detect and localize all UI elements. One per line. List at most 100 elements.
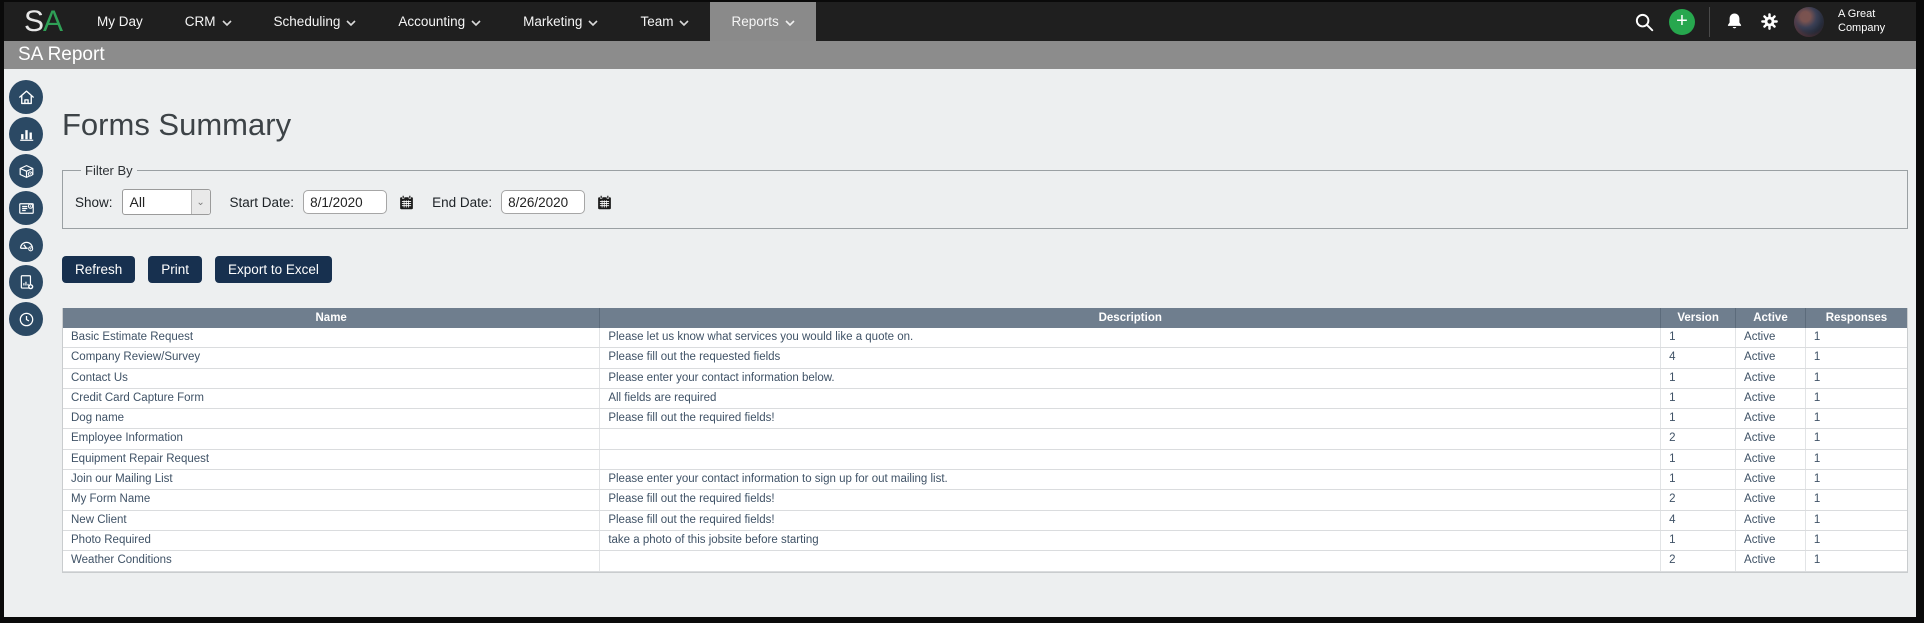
cell-description [600, 429, 1662, 449]
chevron-down-icon [588, 15, 599, 30]
cell-active: Active [1736, 449, 1806, 470]
add-icon[interactable]: + [1669, 8, 1695, 35]
table-row[interactable]: Equipment Repair Request 1 Active 1 [63, 449, 1907, 471]
cell-name: Join our Mailing List [63, 470, 601, 490]
top-nav: SA My Day CRM Scheduling Accounting Mark… [4, 2, 1916, 41]
filter-legend: Filter By [85, 163, 133, 178]
column-header-responses[interactable]: Responses [1806, 308, 1907, 328]
cell-responses: 1 [1813, 412, 1821, 425]
nav-item-team[interactable]: Team [619, 2, 710, 41]
cell-name: Basic Estimate Request [63, 328, 601, 348]
table-row[interactable]: My Form Name Please fill out the require… [63, 490, 1907, 511]
cell-name: My Form Name [63, 490, 601, 510]
user-avatar[interactable] [1794, 6, 1824, 37]
forms-icon[interactable] [9, 191, 43, 225]
nav-item-scheduling[interactable]: Scheduling [253, 2, 378, 41]
forms-table: Name Description Version Active Response… [62, 308, 1908, 573]
nav-item-accounting[interactable]: Accounting [377, 2, 502, 41]
gauge-icon[interactable] [9, 228, 43, 262]
cell-responses: 1 [1813, 371, 1821, 384]
start-date-label: Start Date: [229, 194, 295, 210]
cell-active: Active [1736, 551, 1806, 571]
column-header-name[interactable]: Name [63, 308, 601, 328]
table-row[interactable]: Company Review/Survey Please fill out th… [63, 348, 1907, 369]
nav-item-crm[interactable]: CRM [164, 2, 253, 41]
column-header-active[interactable]: Active [1736, 308, 1806, 328]
show-select[interactable]: All ⌄ [121, 189, 211, 215]
table-row[interactable]: New Client Please fill out the required … [63, 510, 1907, 531]
table-header-row: Name Description Version Active Response… [63, 308, 1907, 328]
cell-responses: 1 [1813, 432, 1821, 445]
table-row[interactable]: Weather Conditions 2 Active 1 [63, 551, 1907, 572]
cell-version: 1 [1661, 388, 1737, 409]
cell-responses: 1 [1813, 391, 1821, 404]
report-title-bar: SA Report [4, 41, 1916, 69]
bar-chart-icon[interactable] [9, 117, 43, 151]
table-row[interactable]: Photo Required take a photo of this jobs… [63, 530, 1907, 552]
cell-responses: 1 [1813, 452, 1821, 465]
cell-active: Active [1736, 348, 1806, 368]
chevron-down-icon [346, 15, 356, 30]
show-select-value: All [129, 194, 146, 210]
nav-divider [1709, 6, 1710, 37]
chevron-down-icon: ⌄ [190, 190, 210, 214]
cell-active: Active [1736, 368, 1806, 388]
calendar-icon[interactable] [596, 194, 613, 211]
table-body: Basic Estimate Request Please let us kno… [63, 328, 1907, 572]
cell-active: Active [1736, 510, 1806, 530]
export-to-excel-button[interactable]: Export to Excel [215, 256, 332, 283]
cell-active: Active [1736, 530, 1806, 551]
search-icon[interactable] [1633, 11, 1655, 33]
cell-name: Company Review/Survey [63, 348, 601, 368]
logo-letter-a: A [43, 4, 63, 38]
cell-responses: 1 [1813, 554, 1821, 567]
cell-responses: 1 [1813, 351, 1821, 364]
cell-description: All fields are required [600, 388, 1662, 409]
action-buttons: Refresh Print Export to Excel [62, 256, 1908, 283]
cell-description [600, 449, 1662, 470]
settings-gear-icon[interactable] [1759, 11, 1780, 32]
refresh-button[interactable]: Refresh [62, 256, 136, 283]
cell-name: Dog name [63, 409, 601, 429]
package-icon[interactable] [9, 154, 43, 188]
cell-responses: 1 [1813, 513, 1821, 526]
calendar-icon[interactable] [398, 194, 415, 211]
home-icon[interactable] [9, 80, 43, 114]
start-date-input[interactable] [303, 190, 388, 214]
table-row[interactable]: Dog name Please fill out the required fi… [63, 409, 1907, 430]
table-row[interactable]: Credit Card Capture Form All fields are … [63, 388, 1907, 410]
cell-name: Weather Conditions [63, 551, 601, 571]
logo-letter-s: S [24, 4, 44, 38]
show-label: Show: [75, 194, 113, 210]
cell-description: take a photo of this jobsite before star… [600, 530, 1662, 551]
end-date-input[interactable] [501, 190, 586, 214]
cell-active: Active [1736, 388, 1806, 409]
nav-item-my-day[interactable]: My Day [76, 2, 164, 41]
cell-description [600, 551, 1662, 571]
report-title: SA Report [18, 44, 105, 65]
notifications-icon[interactable] [1724, 11, 1745, 32]
report-add-icon[interactable] [9, 265, 43, 299]
clock-icon[interactable] [9, 302, 43, 336]
cell-name: Equipment Repair Request [63, 449, 601, 470]
table-row[interactable]: Contact Us Please enter your contact inf… [63, 368, 1907, 389]
cell-version: 1 [1661, 530, 1737, 551]
table-row[interactable]: Employee Information 2 Active 1 [63, 429, 1907, 450]
column-header-description[interactable]: Description [600, 308, 1662, 328]
filter-panel: Filter By Show: All ⌄ Start Date: End Da… [62, 163, 1908, 229]
cell-active: Active [1736, 409, 1806, 429]
print-button[interactable]: Print [148, 256, 203, 283]
cell-active: Active [1736, 429, 1806, 449]
cell-version: 1 [1661, 449, 1737, 470]
column-header-version[interactable]: Version [1661, 308, 1737, 328]
nav-item-reports[interactable]: Reports [710, 2, 816, 41]
page-title: Forms Summary [62, 107, 292, 142]
cell-name: New Client [63, 510, 601, 530]
table-row[interactable]: Basic Estimate Request Please let us kno… [63, 328, 1907, 349]
nav-item-marketing[interactable]: Marketing [502, 2, 619, 41]
table-row[interactable]: Join our Mailing List Please enter your … [63, 470, 1907, 491]
cell-description: Please fill out the required fields! [600, 490, 1662, 510]
app-logo: SA [4, 2, 76, 41]
cell-responses: 1 [1813, 331, 1821, 343]
cell-active: Active [1736, 328, 1806, 348]
